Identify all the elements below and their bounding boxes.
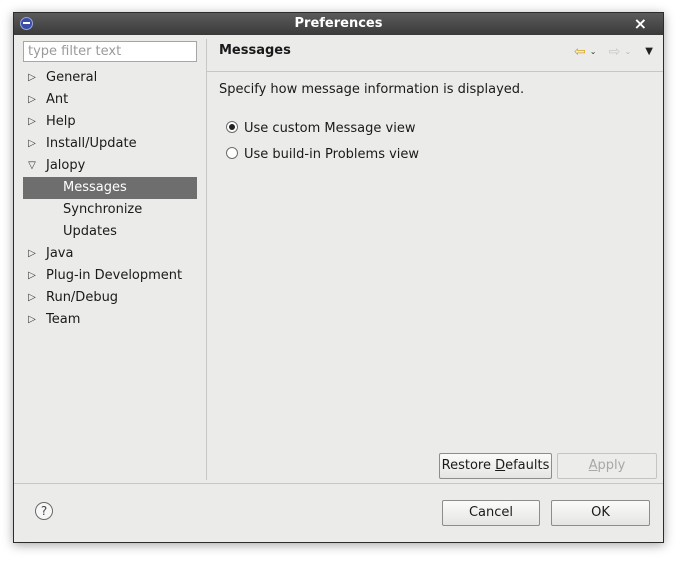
close-icon[interactable]: × (634, 14, 647, 33)
radio-label: Use build-in Problems view (244, 147, 420, 162)
expand-arrow-icon[interactable]: ▷ (26, 133, 38, 155)
tree-item-label: General (46, 70, 98, 85)
tree-item-label: Java (46, 246, 74, 261)
tree-item-run-debug[interactable]: ▷ Run/Debug (20, 287, 206, 309)
preferences-dialog: Preferences × ▷ General ▷ Ant ▷ Help ▷ I… (13, 12, 664, 543)
expand-arrow-icon[interactable]: ▷ (26, 243, 38, 265)
expand-arrow-icon[interactable]: ▷ (26, 309, 38, 331)
tree-item-label: Install/Update (46, 136, 137, 151)
restore-defaults-button[interactable]: Restore Defaults (439, 453, 552, 479)
window-title: Preferences (294, 16, 383, 31)
mnemonic-letter: D (495, 458, 506, 473)
button-label-suffix: pply (597, 458, 626, 473)
tree-item-general[interactable]: ▷ General (20, 67, 206, 89)
tree-item-updates[interactable]: Updates (20, 221, 206, 243)
radio-unselected-icon[interactable] (226, 147, 238, 159)
title-bar[interactable]: Preferences × (14, 13, 663, 35)
expand-arrow-icon[interactable]: ▷ (26, 89, 38, 111)
back-arrow-icon[interactable]: ⇦ (574, 45, 586, 59)
tree-item-label: Jalopy (46, 158, 86, 173)
view-menu-icon[interactable]: ▼ (645, 45, 653, 59)
expand-arrow-icon[interactable]: ▷ (26, 111, 38, 133)
filter-input[interactable] (23, 41, 197, 62)
page-header-divider (207, 71, 663, 72)
tree-item-jalopy[interactable]: ▽ Jalopy (20, 155, 206, 177)
radio-problems-view[interactable]: Use build-in Problems view (226, 146, 419, 164)
radio-selected-icon[interactable] (226, 121, 238, 133)
button-bar-divider (14, 483, 663, 484)
tree-item-ant[interactable]: ▷ Ant (20, 89, 206, 111)
ok-button[interactable]: OK (551, 500, 650, 526)
tree-item-install-update[interactable]: ▷ Install/Update (20, 133, 206, 155)
tree-item-help[interactable]: ▷ Help (20, 111, 206, 133)
tree-item-messages[interactable]: Messages (23, 177, 197, 199)
tree-item-label: Help (46, 114, 76, 129)
collapse-arrow-icon[interactable]: ▽ (26, 155, 38, 177)
forward-arrow-icon[interactable]: ⇨ (609, 45, 621, 59)
tree-item-label: Synchronize (63, 202, 143, 217)
button-label-suffix: efaults (505, 458, 550, 473)
tree-item-label: Messages (63, 180, 127, 195)
tree-item-label: Updates (63, 224, 117, 239)
page-title: Messages (219, 43, 291, 58)
back-history-chevron-icon[interactable]: ⌄ (590, 45, 597, 59)
preference-tree-pane: ▷ General ▷ Ant ▷ Help ▷ Install/Update … (20, 39, 207, 480)
mnemonic-letter: A (588, 458, 598, 473)
forward-history-chevron-icon[interactable]: ⌄ (624, 45, 631, 59)
page-navigation: ⇦ ⌄ ⇨ ⌄ ▼ (574, 45, 653, 61)
tree-item-synchronize[interactable]: Synchronize (20, 199, 206, 221)
tree-item-label: Ant (46, 92, 69, 107)
expand-arrow-icon[interactable]: ▷ (26, 67, 38, 89)
tree-item-label: Run/Debug (46, 290, 119, 305)
button-label-prefix: Restore (441, 458, 496, 473)
preference-tree: ▷ General ▷ Ant ▷ Help ▷ Install/Update … (20, 67, 206, 331)
expand-arrow-icon[interactable]: ▷ (26, 287, 38, 309)
tree-item-plug-in-development[interactable]: ▷ Plug-in Development (20, 265, 206, 287)
tree-item-label: Team (46, 312, 81, 327)
help-icon[interactable]: ? (35, 502, 53, 520)
preference-page: Messages ⇦ ⌄ ⇨ ⌄ ▼ Specify how message i… (207, 39, 663, 480)
page-description: Specify how message information is displ… (219, 82, 525, 97)
radio-custom-message-view[interactable]: Use custom Message view (226, 120, 415, 138)
cancel-button[interactable]: Cancel (442, 500, 540, 526)
tree-item-java[interactable]: ▷ Java (20, 243, 206, 265)
radio-label: Use custom Message view (244, 121, 416, 136)
tree-item-team[interactable]: ▷ Team (20, 309, 206, 331)
tree-item-label: Plug-in Development (46, 268, 183, 283)
apply-button[interactable]: Apply (557, 453, 657, 479)
expand-arrow-icon[interactable]: ▷ (26, 265, 38, 287)
